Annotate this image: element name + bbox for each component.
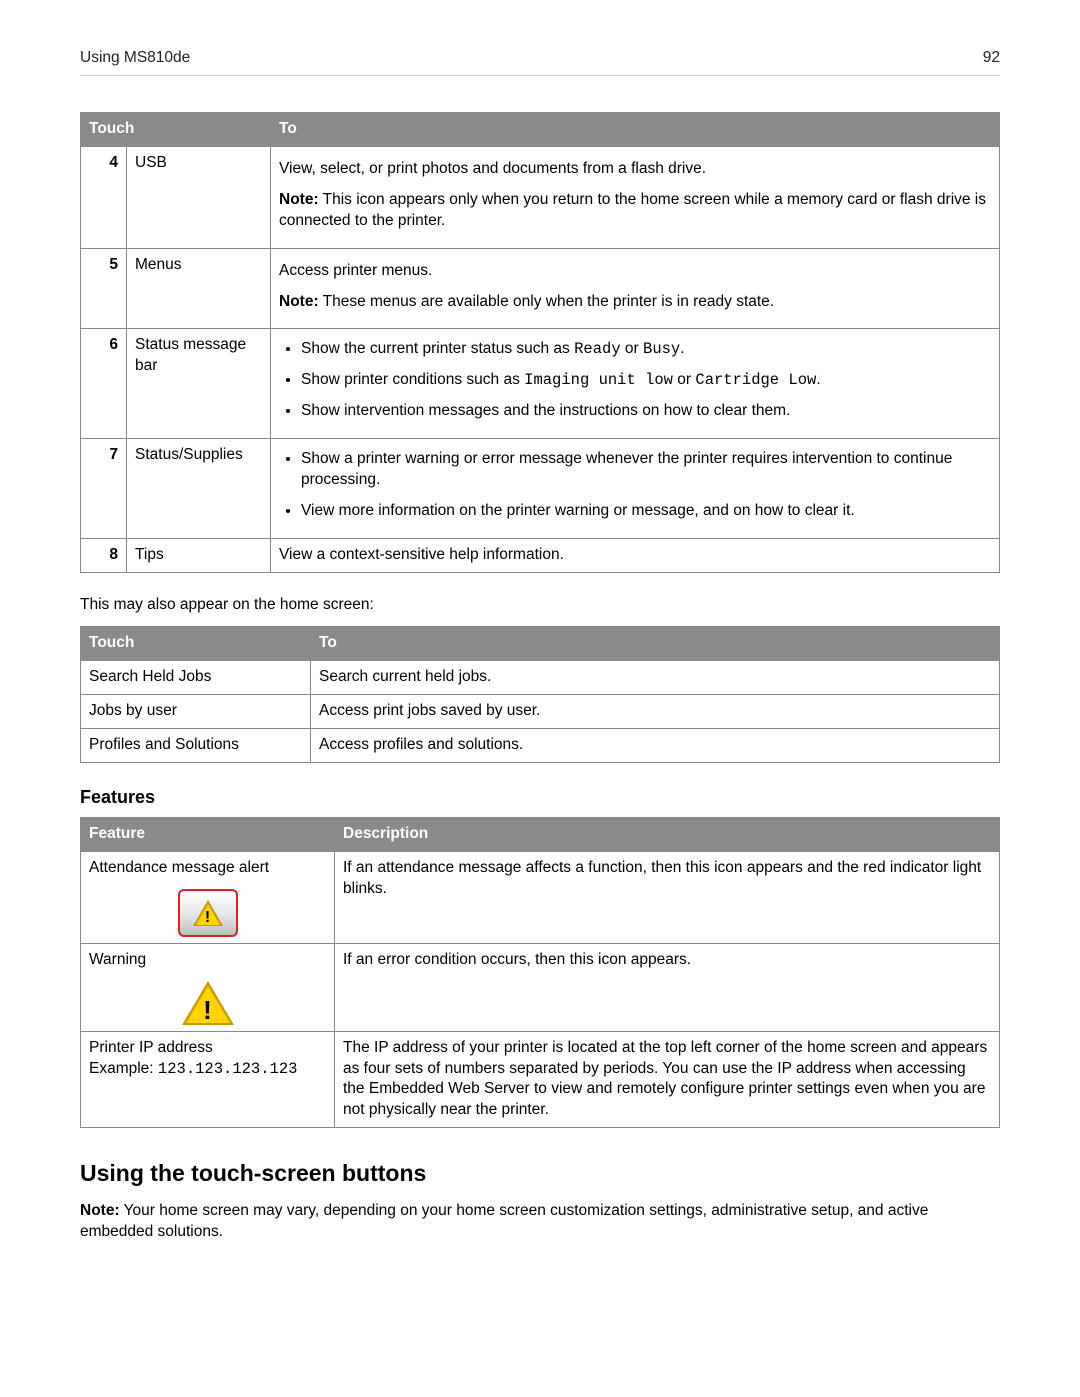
table-row: Warning ! If an error condition occurs, … — [81, 943, 1000, 1031]
th-description: Description — [335, 817, 1000, 851]
header-page-number: 92 — [983, 48, 1000, 69]
row-touch: Menus — [127, 248, 271, 329]
table-row: Jobs by user Access print jobs saved by … — [81, 694, 1000, 728]
row-desc: View, select, or print photos and docume… — [271, 146, 1000, 248]
th-touch: Touch — [81, 112, 271, 146]
th-touch: Touch — [81, 626, 311, 660]
row-to: Access print jobs saved by user. — [311, 694, 1000, 728]
feature-label: Attendance message alert — [89, 859, 269, 876]
row-number: 5 — [81, 248, 127, 329]
bullet-code: Cartridge Low — [695, 371, 816, 389]
note-text: These menus are available only when the … — [319, 293, 775, 310]
bullet-pre: Show printer conditions such as — [301, 371, 524, 388]
features-heading: Features — [80, 785, 1000, 809]
bullet-code: Busy — [643, 340, 680, 358]
table-row: Attendance message alert ! If an attenda… — [81, 851, 1000, 943]
example-code: 123.123.123.123 — [158, 1060, 298, 1078]
th-to: To — [311, 626, 1000, 660]
row-number: 7 — [81, 439, 127, 539]
section-heading: Using the touch-screen buttons — [80, 1158, 1000, 1189]
note-text: Your home screen may vary, depending on … — [80, 1202, 928, 1240]
feature-example: Example: 123.123.123.123 — [89, 1059, 326, 1080]
row-touch: Profiles and Solutions — [81, 728, 311, 762]
row-touch: Search Held Jobs — [81, 660, 311, 694]
row-number: 4 — [81, 146, 127, 248]
row-touch: Tips — [127, 538, 271, 572]
table-row: Printer IP address Example: 123.123.123.… — [81, 1031, 1000, 1128]
section-note: Note: Your home screen may vary, dependi… — [80, 1201, 1000, 1243]
row-to: Access profiles and solutions. — [311, 728, 1000, 762]
row-feature: Warning ! — [81, 943, 335, 1031]
bullet-post: . — [816, 371, 820, 388]
list-item: View more information on the printer war… — [301, 501, 991, 522]
bullet-pre: Show intervention messages and the instr… — [301, 402, 790, 419]
table-row: 6 Status message bar Show the current pr… — [81, 329, 1000, 439]
note-text: This icon appears only when you return t… — [279, 191, 986, 229]
table-row: 7 Status/Supplies Show a printer warning… — [81, 439, 1000, 539]
feature-label: Warning — [89, 951, 146, 968]
touch-table-1: Touch To 4 USB View, select, or print ph… — [80, 112, 1000, 573]
bullet-post: . — [680, 340, 684, 357]
bullet-pre: Show the current printer status such as — [301, 340, 574, 357]
row-description: The IP address of your printer is locate… — [335, 1031, 1000, 1128]
touch-table-2: Touch To Search Held Jobs Search current… — [80, 626, 1000, 763]
desc-text: View, select, or print photos and docume… — [279, 159, 991, 180]
row-feature: Printer IP address Example: 123.123.123.… — [81, 1031, 335, 1128]
page-header: Using MS810de 92 — [80, 48, 1000, 76]
desc-text: Access printer menus. — [279, 261, 991, 282]
list-item: Show the current printer status such as … — [301, 339, 991, 360]
row-description: If an error condition occurs, then this … — [335, 943, 1000, 1031]
row-touch: Status message bar — [127, 329, 271, 439]
row-desc: Access printer menus. Note: These menus … — [271, 248, 1000, 329]
note-label: Note: — [279, 293, 319, 310]
list-item: Show intervention messages and the instr… — [301, 401, 991, 422]
feature-label: Printer IP address — [89, 1038, 326, 1059]
row-number: 8 — [81, 538, 127, 572]
row-number: 6 — [81, 329, 127, 439]
bullet-list: Show the current printer status such as … — [279, 339, 991, 422]
table-row: Profiles and Solutions Access profiles a… — [81, 728, 1000, 762]
bullet-mid: or — [621, 340, 643, 357]
header-title: Using MS810de — [80, 48, 190, 69]
note-label: Note: — [80, 1202, 120, 1219]
example-label: Example: — [89, 1060, 158, 1077]
bullet-mid: or — [673, 371, 695, 388]
row-to: Search current held jobs. — [311, 660, 1000, 694]
table-row: 8 Tips View a context-sensitive help inf… — [81, 538, 1000, 572]
row-desc: View a context-sensitive help informatio… — [271, 538, 1000, 572]
row-feature: Attendance message alert ! — [81, 851, 335, 943]
row-touch: Status/Supplies — [127, 439, 271, 539]
desc-note: Note: These menus are available only whe… — [279, 292, 991, 313]
row-desc: Show the current printer status such as … — [271, 329, 1000, 439]
intro-text: This may also appear on the home screen: — [80, 595, 1000, 616]
bullet-code: Imaging unit low — [524, 371, 673, 389]
row-description: If an attendance message affects a funct… — [335, 851, 1000, 943]
list-item: Show a printer warning or error message … — [301, 449, 991, 491]
features-table: Feature Description Attendance message a… — [80, 817, 1000, 1128]
row-desc: Show a printer warning or error message … — [271, 439, 1000, 539]
attendance-alert-icon: ! — [89, 889, 326, 937]
warning-icon: ! — [89, 981, 326, 1025]
table-row: 5 Menus Access printer menus. Note: Thes… — [81, 248, 1000, 329]
bullet-code: Ready — [574, 340, 621, 358]
table-row: Search Held Jobs Search current held job… — [81, 660, 1000, 694]
row-touch: Jobs by user — [81, 694, 311, 728]
note-label: Note: — [279, 191, 319, 208]
th-to: To — [271, 112, 1000, 146]
table-row: 4 USB View, select, or print photos and … — [81, 146, 1000, 248]
bullet-list: Show a printer warning or error message … — [279, 449, 991, 522]
row-touch: USB — [127, 146, 271, 248]
list-item: Show printer conditions such as Imaging … — [301, 370, 991, 391]
desc-note: Note: This icon appears only when you re… — [279, 190, 991, 232]
th-feature: Feature — [81, 817, 335, 851]
